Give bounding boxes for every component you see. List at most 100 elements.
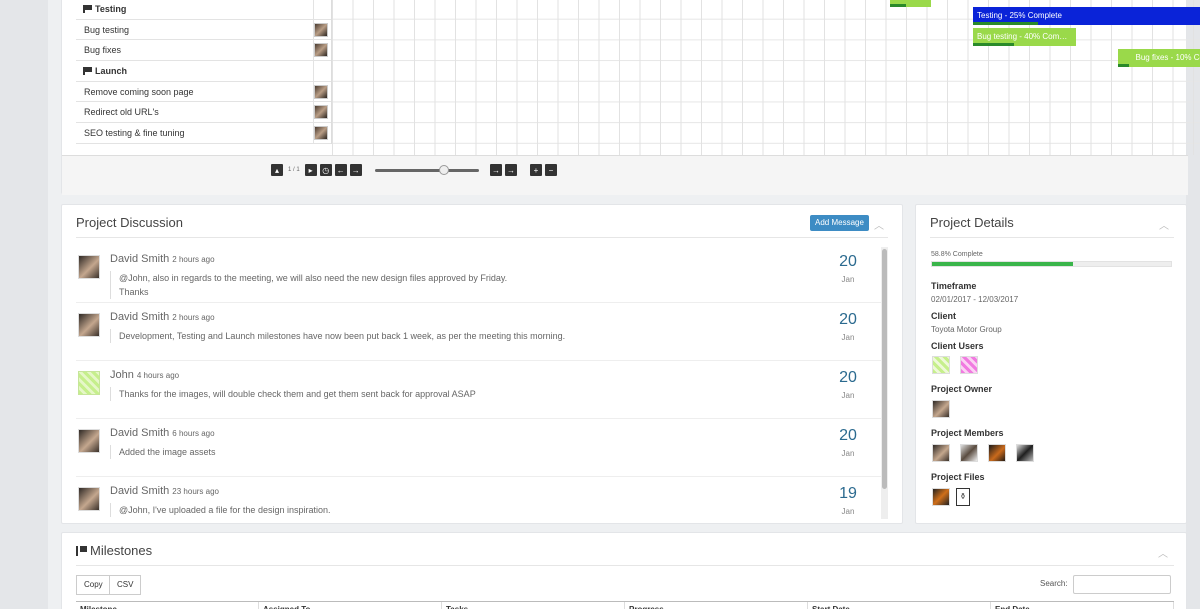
gantt-group-row[interactable]: Launch bbox=[76, 61, 331, 82]
next-page-button[interactable]: ▸ bbox=[304, 164, 317, 176]
gantt-bar-bug-testing[interactable]: Bug testing - 40% Com… bbox=[973, 28, 1076, 46]
author-name[interactable]: David Smith bbox=[110, 485, 169, 497]
gantt-bar-progress bbox=[890, 4, 907, 7]
copy-button[interactable]: Copy bbox=[76, 575, 111, 595]
message-item: David Smith 2 hours ago @John, also in reg… bbox=[76, 245, 888, 303]
client-label: Client bbox=[931, 311, 957, 321]
gantt-task-row[interactable]: Bug fixes bbox=[76, 40, 331, 62]
author-avatar[interactable] bbox=[78, 429, 100, 453]
message-line: Added the image assets bbox=[119, 447, 216, 457]
author-name[interactable]: David Smith bbox=[110, 311, 169, 323]
member-avatar[interactable] bbox=[932, 444, 950, 462]
zoom-in-button[interactable]: + bbox=[530, 164, 542, 176]
gantt-panel: Testing Bug testing Bug fixes Launch Remove … bbox=[61, 0, 1200, 195]
author-name[interactable]: David Smith bbox=[110, 253, 169, 265]
message-author: John 4 hours ago bbox=[110, 369, 179, 381]
assignee-avatar[interactable] bbox=[314, 22, 328, 37]
gantt-task-label: Redirect old URL's bbox=[84, 107, 159, 118]
divider bbox=[76, 565, 1174, 566]
collapse-chevron-icon[interactable]: ︿ bbox=[874, 217, 884, 232]
project-members-label: Project Members bbox=[931, 428, 1004, 438]
timeframe-value: 02/01/2017 - 12/03/2017 bbox=[931, 295, 1019, 304]
column-header[interactable]: Assigned To bbox=[259, 602, 442, 609]
scroll-left-button[interactable]: ← bbox=[334, 164, 347, 176]
flag-icon bbox=[83, 66, 92, 75]
gantt-bar-testing[interactable]: Testing - 25% Complete bbox=[973, 7, 1200, 25]
gantt-bar-previous[interactable] bbox=[890, 0, 931, 7]
assignee-avatar[interactable] bbox=[314, 105, 328, 120]
zoom-slider-knob[interactable] bbox=[439, 165, 449, 175]
milestones-panel: Milestones ︿ Copy CSV Search: MilestoneA… bbox=[61, 532, 1187, 609]
column-header[interactable]: Progress bbox=[625, 602, 808, 609]
message-scrollbar[interactable] bbox=[881, 247, 888, 519]
column-header[interactable]: Tasks bbox=[442, 602, 625, 609]
gantt-task-row[interactable]: SEO testing & fine tuning bbox=[76, 123, 331, 144]
message-line: Thanks bbox=[119, 287, 149, 297]
author-avatar[interactable] bbox=[78, 313, 100, 337]
author-name[interactable]: David Smith bbox=[110, 427, 169, 439]
author-avatar[interactable] bbox=[78, 255, 100, 279]
message-time: 23 hours ago bbox=[172, 487, 219, 496]
gantt-bar-bug-fixes[interactable]: Bug fixes - 10% Complete bbox=[1118, 49, 1200, 67]
gantt-task-label: Bug fixes bbox=[84, 45, 122, 56]
collapse-chevron-icon[interactable]: ︿ bbox=[1158, 545, 1168, 560]
gantt-pager: 1 / 1 bbox=[288, 167, 300, 173]
member-avatar[interactable] bbox=[1016, 444, 1034, 462]
member-avatar[interactable] bbox=[960, 444, 978, 462]
clock-icon[interactable]: ◷ bbox=[319, 164, 332, 176]
file-thumbnail-image[interactable] bbox=[932, 488, 950, 506]
scrollbar-thumb[interactable] bbox=[882, 249, 887, 489]
author-avatar[interactable] bbox=[78, 487, 100, 511]
member-avatar[interactable] bbox=[988, 444, 1006, 462]
zoom-out-button[interactable]: − bbox=[545, 164, 557, 176]
message-month: Jan bbox=[841, 449, 855, 458]
column-header[interactable]: Start Date bbox=[808, 602, 991, 609]
add-message-button[interactable]: Add Message bbox=[810, 215, 869, 231]
column-header[interactable]: Milestone bbox=[76, 602, 259, 609]
milestones-table-header: MilestoneAssigned ToTasksProgressStart D… bbox=[76, 601, 1174, 609]
zoom-slider[interactable] bbox=[375, 165, 479, 175]
assignee-avatar[interactable] bbox=[314, 43, 328, 58]
search-input[interactable] bbox=[1073, 575, 1171, 594]
message-time: 2 hours ago bbox=[172, 255, 215, 264]
author-name[interactable]: John bbox=[110, 369, 134, 381]
message-line: Development, Testing and Launch mileston… bbox=[119, 331, 566, 341]
collapse-chevron-icon[interactable]: ︿ bbox=[1159, 217, 1169, 232]
assignee-avatar[interactable] bbox=[314, 84, 328, 99]
assignee-avatar[interactable] bbox=[314, 126, 328, 141]
completion-progress-fill bbox=[932, 262, 1073, 266]
message-day: 19 bbox=[839, 485, 857, 502]
flag-icon bbox=[76, 546, 87, 556]
message-day: 20 bbox=[839, 369, 857, 386]
jump-end-button[interactable]: → bbox=[505, 164, 517, 176]
client-user-avatar[interactable] bbox=[960, 356, 978, 374]
gantt-task-list: Testing Bug testing Bug fixes Launch Remove … bbox=[76, 0, 332, 144]
gantt-group-row[interactable]: Testing bbox=[76, 0, 331, 20]
first-page-button[interactable]: ▴ bbox=[271, 164, 283, 176]
gantt-bar-progress bbox=[1118, 64, 1130, 67]
message-day: 20 bbox=[839, 253, 857, 270]
milestones-title-text: Milestones bbox=[90, 543, 153, 558]
file-document-icon[interactable]: ⚱ bbox=[956, 488, 970, 506]
message-author: David Smith 23 hours ago bbox=[110, 485, 219, 497]
gantt-task-row[interactable]: Redirect old URL's bbox=[76, 102, 331, 124]
timeframe-label: Timeframe bbox=[931, 281, 977, 291]
author-avatar[interactable] bbox=[78, 371, 100, 395]
column-header[interactable]: End Date bbox=[991, 602, 1174, 609]
message-line: Thanks for the images, will double check… bbox=[119, 389, 476, 399]
owner-avatar[interactable] bbox=[932, 400, 950, 418]
gantt-bar-label: Bug testing - 40% Com… bbox=[977, 32, 1068, 41]
message-time: 2 hours ago bbox=[172, 313, 215, 322]
gantt-task-label: Testing bbox=[95, 3, 127, 14]
gantt-task-row[interactable]: Remove coming soon page bbox=[76, 81, 331, 103]
message-body: @John, also in regards to the meeting, w… bbox=[110, 271, 830, 299]
scroll-right-button[interactable]: → bbox=[349, 164, 362, 176]
csv-button[interactable]: CSV bbox=[109, 575, 142, 595]
message-time: 6 hours ago bbox=[172, 429, 215, 438]
search-label: Search: bbox=[1040, 579, 1068, 588]
assignee-cell bbox=[313, 61, 331, 81]
client-user-avatar[interactable] bbox=[932, 356, 950, 374]
gantt-task-row[interactable]: Bug testing bbox=[76, 19, 331, 41]
milestones-title: Milestones bbox=[76, 543, 152, 558]
jump-forward-button[interactable]: → bbox=[490, 164, 502, 176]
